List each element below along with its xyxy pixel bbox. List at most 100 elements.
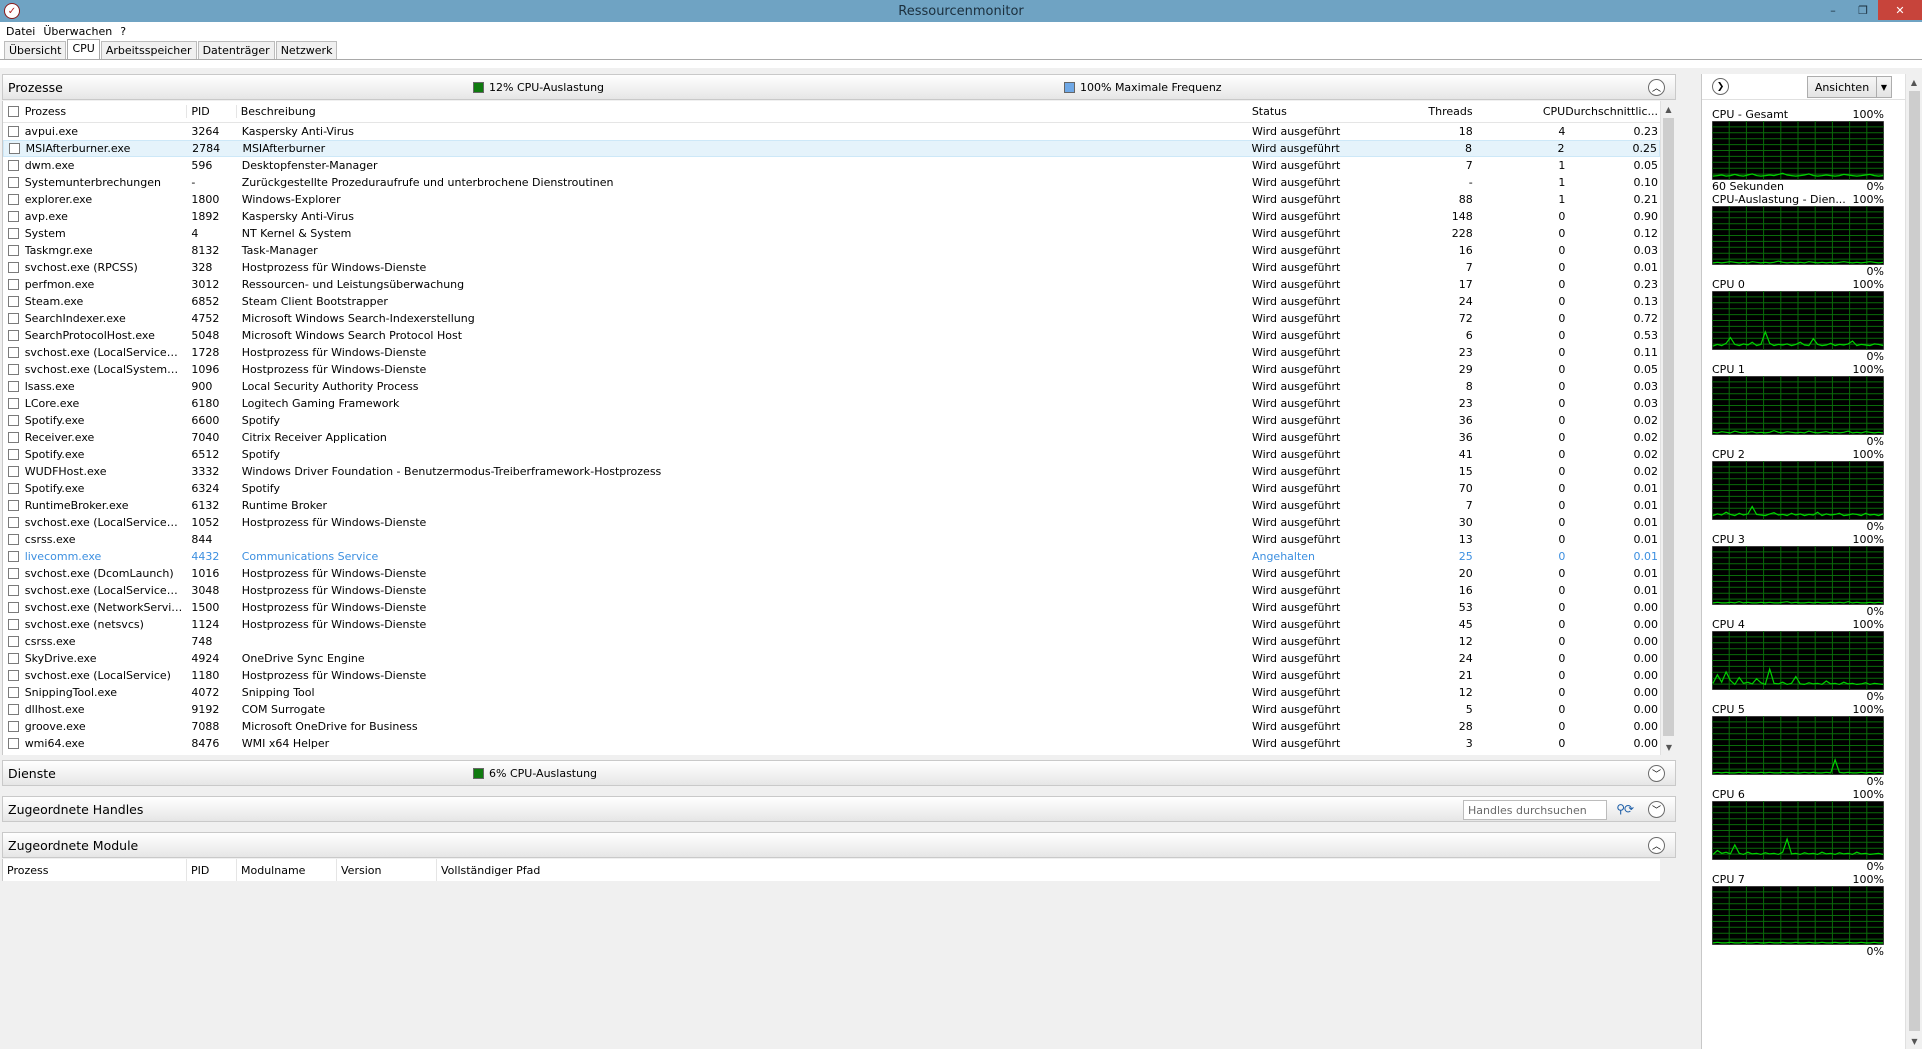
process-checkbox[interactable]: [3, 568, 25, 579]
process-row[interactable]: svchost.exe (NetworkService) 1500 Hostproz…: [3, 599, 1660, 616]
process-row[interactable]: svchost.exe (LocalServiceNet... 1052 Hostp…: [3, 514, 1660, 531]
process-checkbox[interactable]: [3, 347, 25, 358]
process-checkbox[interactable]: [3, 704, 25, 715]
collapse-processes-icon[interactable]: ︿: [1648, 79, 1665, 96]
process-checkbox[interactable]: [3, 330, 25, 341]
process-row[interactable]: svchost.exe (LocalSystemNet... 1096 Hostpr…: [3, 361, 1660, 378]
tab-cpu[interactable]: CPU: [67, 39, 100, 59]
process-checkbox[interactable]: [3, 296, 25, 307]
scroll-thumb[interactable]: [1663, 118, 1674, 736]
process-checkbox[interactable]: [3, 483, 25, 494]
process-row[interactable]: RuntimeBroker.exe 6132 Runtime Broker Wird …: [3, 497, 1660, 514]
process-checkbox[interactable]: [3, 262, 25, 273]
graph-panel-scrollbar[interactable]: ▲ ▼: [1905, 74, 1922, 1049]
collapse-modules-icon[interactable]: ︿: [1648, 837, 1665, 854]
process-row[interactable]: svchost.exe (LocalServiceAn... 3048 Hostpr…: [3, 582, 1660, 599]
process-row[interactable]: LCore.exe 6180 Logitech Gaming Framework Wi…: [3, 395, 1660, 412]
process-checkbox[interactable]: [3, 194, 25, 205]
process-row[interactable]: svchost.exe (netsvcs) 1124 Hostprozess für…: [3, 616, 1660, 633]
process-row[interactable]: Receiver.exe 7040 Citrix Receiver Applicat…: [3, 429, 1660, 446]
process-scrollbar[interactable]: ▲ ▼: [1660, 101, 1676, 755]
process-row[interactable]: csrss.exe 748 Wird ausgeführt 12 0 0.00: [3, 633, 1660, 650]
maximize-button[interactable]: ❐: [1848, 0, 1878, 20]
process-checkbox[interactable]: [3, 534, 25, 545]
processes-header[interactable]: Prozesse 12% CPU-Auslastung 100% Maximal…: [2, 74, 1676, 100]
process-row[interactable]: MSIAfterburner.exe 2784 MSIAfterburner Wird…: [3, 140, 1660, 157]
process-row[interactable]: svchost.exe (RPCSS) 328 Hostprozess für Wi…: [3, 259, 1660, 276]
process-row[interactable]: svchost.exe (DcomLaunch) 1016 Hostprozess …: [3, 565, 1660, 582]
process-row[interactable]: Spotify.exe 6324 Spotify Wird ausgeführt 70 0…: [3, 480, 1660, 497]
process-row[interactable]: SearchProtocolHost.exe 5048 Microsoft Wind…: [3, 327, 1660, 344]
menu-monitor[interactable]: Überwachen: [43, 25, 112, 38]
mod-col-pid[interactable]: PID: [187, 859, 237, 881]
process-checkbox[interactable]: [3, 721, 25, 732]
process-checkbox[interactable]: [3, 500, 25, 511]
handles-header[interactable]: Zugeordnete Handles Handles durchsuchen …: [2, 796, 1676, 822]
tab-disk[interactable]: Datenträger: [197, 41, 275, 59]
process-checkbox[interactable]: [3, 670, 25, 681]
minimize-button[interactable]: –: [1818, 0, 1848, 20]
process-checkbox[interactable]: [3, 228, 25, 239]
process-checkbox[interactable]: [3, 551, 25, 562]
process-row[interactable]: explorer.exe 1800 Windows-Explorer Wird aus…: [3, 191, 1660, 208]
menu-help[interactable]: ?: [120, 25, 126, 38]
scroll-down-icon[interactable]: ▼: [1661, 739, 1677, 755]
panel-scroll-up-icon[interactable]: ▲: [1906, 74, 1922, 90]
process-checkbox[interactable]: [3, 432, 25, 443]
tab-network[interactable]: Netzwerk: [275, 41, 338, 59]
views-dropdown[interactable]: Ansichten ▼: [1807, 76, 1892, 98]
chevron-down-icon[interactable]: ▼: [1876, 77, 1891, 97]
process-row[interactable]: Spotify.exe 6600 Spotify Wird ausgeführt 36 0…: [3, 412, 1660, 429]
modules-header[interactable]: Zugeordnete Module ︿: [2, 832, 1676, 858]
col-process[interactable]: Prozess: [25, 105, 187, 118]
process-checkbox[interactable]: [3, 585, 25, 596]
process-checkbox[interactable]: [3, 177, 25, 188]
col-pid[interactable]: PID: [186, 105, 235, 118]
col-description[interactable]: Beschreibung: [235, 105, 1252, 118]
col-threads[interactable]: Threads: [1390, 105, 1472, 118]
process-checkbox[interactable]: [3, 381, 25, 392]
panel-scroll-down-icon[interactable]: ▼: [1906, 1033, 1922, 1049]
mod-col-version[interactable]: Version: [337, 859, 437, 881]
process-checkbox[interactable]: [3, 687, 25, 698]
process-row[interactable]: Spotify.exe 6512 Spotify Wird ausgeführt 41 0…: [3, 446, 1660, 463]
expand-handles-icon[interactable]: ﹀: [1648, 801, 1665, 818]
process-row[interactable]: Steam.exe 6852 Steam Client Bootstrapper Wi…: [3, 293, 1660, 310]
menu-file[interactable]: Datei: [6, 25, 35, 38]
process-row[interactable]: svchost.exe (LocalServiceNo... 1728 Hostpr…: [3, 344, 1660, 361]
title-bar[interactable]: ✓ Ressourcenmonitor – ❐ ✕: [0, 0, 1922, 22]
mod-col-module[interactable]: Modulname: [237, 859, 337, 881]
process-row[interactable]: Systemunterbrechungen - Zurückgestellte Pr…: [3, 174, 1660, 191]
process-checkbox[interactable]: [3, 415, 25, 426]
tab-memory[interactable]: Arbeitsspeicher: [100, 41, 197, 59]
process-row[interactable]: dllhost.exe 9192 COM Surrogate Wird ausgefü…: [3, 701, 1660, 718]
process-row[interactable]: Taskmgr.exe 8132 Task-Manager Wird ausgefüh…: [3, 242, 1660, 259]
process-row[interactable]: SearchIndexer.exe 4752 Microsoft Windows S…: [3, 310, 1660, 327]
panel-scroll-thumb[interactable]: [1909, 91, 1920, 1031]
process-row[interactable]: IAStorIcon.exe8420IAStorIconWird ausgefü…: [3, 752, 1660, 755]
collapse-panel-icon[interactable]: ❯: [1712, 78, 1729, 95]
process-checkbox[interactable]: [3, 636, 25, 647]
process-row[interactable]: avpui.exe 3264 Kaspersky Anti-Virus Wird au…: [3, 123, 1660, 140]
process-checkbox[interactable]: [3, 653, 25, 664]
process-checkbox[interactable]: [3, 517, 25, 528]
process-row[interactable]: svchost.exe (LocalService) 1180 Hostprozes…: [3, 667, 1660, 684]
process-checkbox[interactable]: [3, 449, 25, 460]
services-header[interactable]: Dienste 6% CPU-Auslastung ﹀: [2, 760, 1676, 786]
col-average-cpu[interactable]: Durchschnittlic...: [1565, 105, 1660, 118]
refresh-icon[interactable]: ⟳: [1621, 800, 1637, 818]
process-checkbox[interactable]: [3, 245, 25, 256]
process-checkbox[interactable]: [4, 143, 26, 154]
process-checkbox[interactable]: [3, 466, 25, 477]
process-row[interactable]: WUDFHost.exe 3332 Windows Driver Foundatio…: [3, 463, 1660, 480]
process-checkbox[interactable]: [3, 126, 25, 137]
process-row[interactable]: avp.exe 1892 Kaspersky Anti-Virus Wird ausg…: [3, 208, 1660, 225]
process-checkbox[interactable]: [3, 738, 25, 749]
mod-col-path[interactable]: Vollständiger Pfad: [437, 859, 737, 881]
process-row[interactable]: groove.exe 7088 Microsoft OneDrive for Bus…: [3, 718, 1660, 735]
process-checkbox[interactable]: [3, 364, 25, 375]
process-checkbox[interactable]: [3, 160, 25, 171]
col-cpu[interactable]: CPU: [1473, 105, 1565, 118]
process-checkbox[interactable]: [3, 602, 25, 613]
select-all-checkbox[interactable]: [3, 106, 25, 117]
